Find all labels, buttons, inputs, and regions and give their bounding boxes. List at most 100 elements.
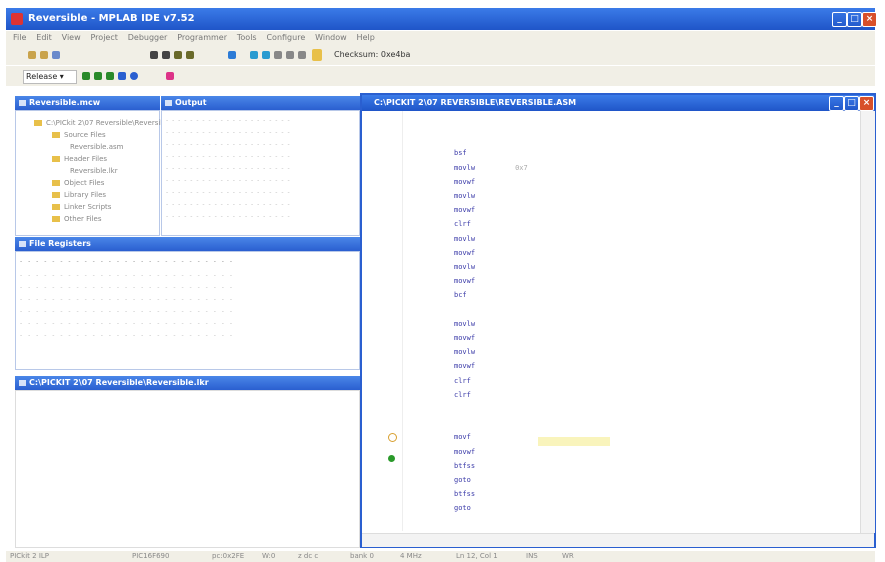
step-over-icon[interactable]: [262, 51, 270, 59]
code-line[interactable]: movlw: [454, 192, 515, 200]
menu-help[interactable]: Help: [357, 33, 375, 42]
code-line[interactable]: clrf: [454, 391, 511, 399]
code-line[interactable]: movwf: [454, 334, 515, 342]
open-file-icon[interactable]: [40, 51, 48, 59]
code-line[interactable]: btfss: [454, 462, 515, 470]
folder-icon: [52, 192, 60, 198]
build-all-icon[interactable]: [82, 72, 90, 80]
code-line[interactable]: movwf: [454, 362, 515, 370]
menu-bar: File Edit View Project Debugger Programm…: [6, 31, 875, 45]
code-mnemonic: movlw: [454, 319, 476, 328]
output-panel-title: Output: [161, 96, 360, 110]
code-line[interactable]: movf: [454, 433, 511, 441]
tree-item-library[interactable]: Library Files: [52, 191, 106, 199]
menu-tools[interactable]: Tools: [237, 33, 257, 42]
help-icon[interactable]: [186, 51, 194, 59]
vertical-scrollbar[interactable]: [860, 111, 875, 533]
code-line[interactable]: clrf: [454, 377, 511, 385]
tree-item-asm[interactable]: Reversible.asm: [70, 143, 123, 151]
code-line[interactable]: [454, 419, 494, 427]
status-bank: bank 0: [350, 552, 374, 560]
editor-minimize-button[interactable]: _: [829, 96, 844, 111]
new-file-icon[interactable]: [28, 51, 36, 59]
menu-configure[interactable]: Configure: [266, 33, 305, 42]
code-mnemonic: btfss: [454, 490, 476, 499]
code-mnemonic: clrf: [454, 390, 471, 399]
output-line: - - - - - - - - - - - - - - - - - - - - …: [166, 129, 291, 136]
file-registers-grid: - - - - - - - - - - - - - - - - - - - - …: [15, 251, 360, 370]
code-line[interactable]: bcf: [454, 291, 507, 299]
workspace-icon[interactable]: [130, 72, 138, 80]
output-line: - - - - - - - - - - - - - - - - - - - - …: [166, 141, 291, 148]
make-icon[interactable]: [94, 72, 102, 80]
app-title-bar: Reversible - MPLAB IDE v7.52 _ □ ×: [6, 8, 877, 30]
app-icon: [11, 13, 23, 25]
code-line[interactable]: movlw: [454, 320, 515, 328]
binoculars-icon[interactable]: [162, 51, 170, 59]
halt-icon[interactable]: [298, 51, 306, 59]
project-icon[interactable]: [118, 72, 126, 80]
tree-item-other[interactable]: Other Files: [52, 215, 101, 223]
linker-editor-title: C:\PICKIT 2\07 Reversible\Reversible.lkr: [15, 376, 360, 390]
menu-file[interactable]: File: [13, 33, 26, 42]
status-wr: WR: [562, 552, 574, 560]
code-line[interactable]: [454, 121, 494, 129]
code-line[interactable]: movlw: [454, 263, 515, 271]
code-mnemonic: goto: [454, 476, 471, 484]
code-area[interactable]: bsf movlw 0x7 movwf movlw movwf clrf movlw movwf…: [362, 111, 860, 533]
menu-programmer[interactable]: Programmer: [177, 33, 227, 42]
minimize-button[interactable]: _: [832, 12, 847, 27]
code-line[interactable]: bsf: [454, 149, 507, 157]
code-line[interactable]: movwf: [454, 206, 515, 214]
code-line[interactable]: movwf: [454, 178, 515, 186]
asm-editor-window: C:\PICKIT 2\07 REVERSIBLE\REVERSIBLE.ASM…: [360, 93, 876, 548]
breakpoint-icon[interactable]: [166, 72, 174, 80]
code-line[interactable]: movlw 0x7: [454, 164, 528, 172]
close-button[interactable]: ×: [862, 12, 877, 27]
grid-header: - - - - - - - - - - - - - - - - - - - - …: [20, 258, 235, 265]
find-icon[interactable]: [150, 51, 158, 59]
find-next-icon[interactable]: [174, 51, 182, 59]
editor-close-button[interactable]: ×: [859, 96, 874, 111]
code-line[interactable]: goto: [454, 504, 511, 512]
code-line[interactable]: [454, 135, 494, 143]
code-line[interactable]: movwf: [454, 277, 515, 285]
tree-item-header[interactable]: Header Files: [52, 155, 107, 163]
tree-item-source[interactable]: Source Files: [52, 131, 106, 139]
grid-row: - - - - - - - - - - - - - - - - - - - - …: [20, 332, 235, 339]
maximize-button[interactable]: □: [847, 12, 862, 27]
code-line[interactable]: movwf: [454, 249, 515, 257]
editor-maximize-button[interactable]: □: [844, 96, 859, 111]
code-mnemonic: movwf: [454, 248, 476, 257]
tree-item-linker[interactable]: Linker Scripts: [52, 203, 111, 211]
grid-row: - - - - - - - - - - - - - - - - - - - - …: [20, 296, 235, 303]
code-line[interactable]: [454, 306, 494, 314]
code-line[interactable]: movwf: [454, 448, 515, 456]
menu-edit[interactable]: Edit: [36, 33, 52, 42]
menu-project[interactable]: Project: [91, 33, 118, 42]
program-icon[interactable]: [312, 49, 322, 61]
save-icon[interactable]: [52, 51, 60, 59]
menu-window[interactable]: Window: [315, 33, 347, 42]
code-mnemonic: goto: [454, 504, 471, 513]
tree-item-object[interactable]: Object Files: [52, 179, 104, 187]
run-icon[interactable]: [286, 51, 294, 59]
grid-row: - - - - - - - - - - - - - - - - - - - - …: [20, 308, 235, 315]
menu-debugger[interactable]: Debugger: [128, 33, 168, 42]
code-line[interactable]: clrf: [454, 220, 511, 228]
code-line[interactable]: movlw: [454, 235, 515, 243]
clean-icon[interactable]: [106, 72, 114, 80]
code-line[interactable]: btfss: [454, 490, 515, 498]
linker-editor-body[interactable]: [15, 390, 360, 548]
step-icon[interactable]: [250, 51, 258, 59]
horizontal-scrollbar[interactable]: [362, 533, 874, 547]
output-line: - - - - - - - - - - - - - - - - - - - - …: [166, 177, 291, 184]
tree-item-lkr[interactable]: Reversible.lkr: [70, 167, 118, 175]
code-line[interactable]: goto: [454, 476, 511, 484]
menu-view[interactable]: View: [62, 33, 81, 42]
step-out-icon[interactable]: [274, 51, 282, 59]
code-line[interactable]: movlw: [454, 348, 515, 356]
code-line[interactable]: [454, 405, 494, 413]
build-icon[interactable]: [228, 51, 236, 59]
build-config-select[interactable]: Release ▾: [23, 70, 77, 84]
